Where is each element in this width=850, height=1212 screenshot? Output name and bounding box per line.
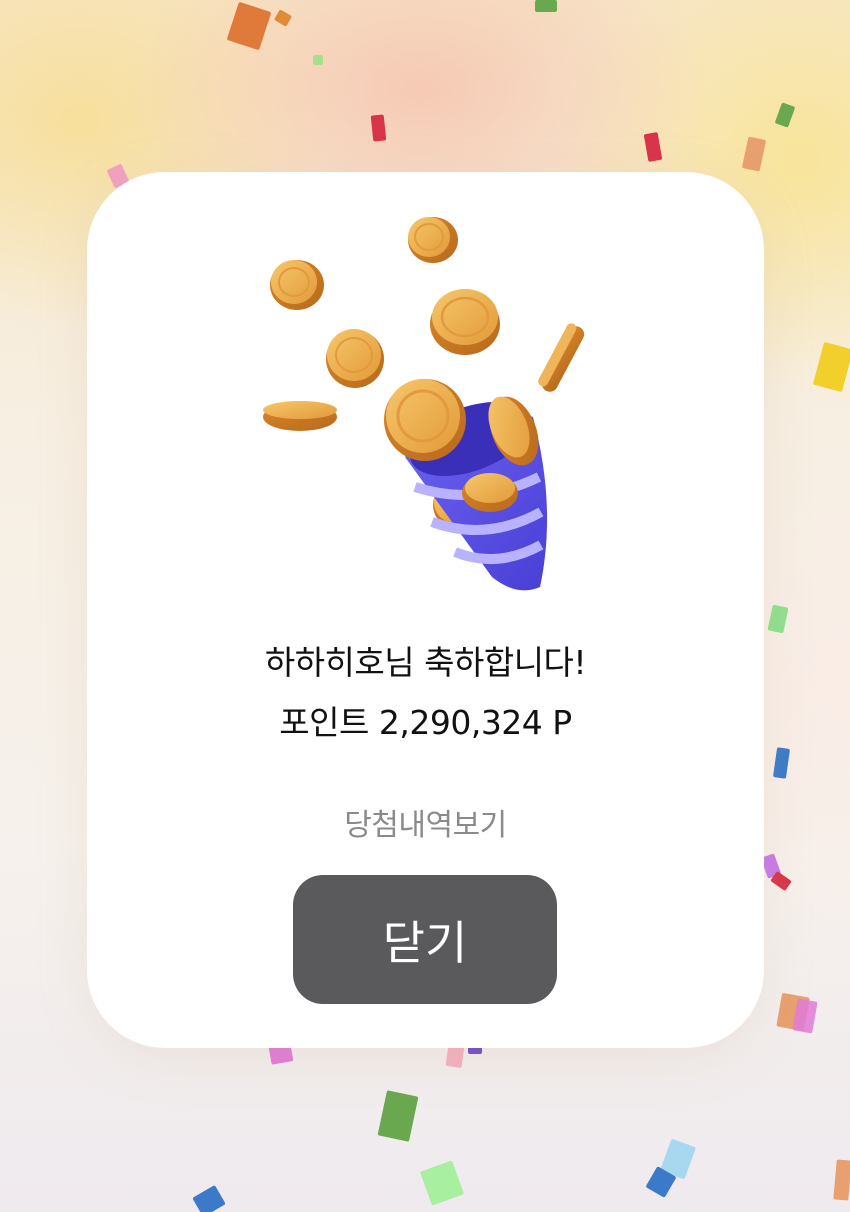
coin bbox=[430, 289, 500, 355]
congrats-message: 하하히호님 축하합니다! bbox=[264, 643, 587, 682]
confetti-piece bbox=[772, 747, 791, 779]
confetti-piece bbox=[273, 9, 293, 27]
coin bbox=[462, 473, 518, 512]
confetti-piece bbox=[767, 604, 789, 634]
confetti-piece bbox=[419, 1160, 465, 1206]
confetti-piece bbox=[812, 341, 850, 393]
close-button[interactable]: 닫기 bbox=[293, 875, 557, 1004]
coin bbox=[326, 329, 384, 388]
confetti-piece bbox=[313, 55, 323, 65]
celebration-screen: 하하히호님 축하합니다! 포인트 2,290,324 P 당첨내역보기 닫기 bbox=[0, 0, 850, 1212]
confetti-piece bbox=[226, 1, 272, 51]
coin bbox=[263, 401, 337, 431]
confetti-piece bbox=[192, 1184, 226, 1212]
points-amount: 포인트 2,290,324 P bbox=[279, 703, 572, 742]
reward-modal: 하하히호님 축하합니다! 포인트 2,290,324 P 당첨내역보기 닫기 bbox=[87, 172, 764, 1048]
confetti-piece bbox=[535, 0, 557, 12]
party-popper-coins-illustration bbox=[263, 217, 585, 591]
coin bbox=[384, 379, 466, 461]
coin bbox=[538, 323, 585, 392]
confetti-piece bbox=[741, 136, 767, 172]
confetti-piece bbox=[370, 114, 387, 142]
confetti-piece bbox=[792, 998, 818, 1034]
confetti-piece bbox=[833, 1159, 850, 1201]
confetti-piece bbox=[643, 131, 663, 163]
confetti-piece bbox=[774, 102, 796, 128]
coin bbox=[408, 217, 458, 263]
confetti-piece bbox=[770, 870, 792, 892]
coin bbox=[270, 260, 324, 310]
confetti-piece bbox=[377, 1090, 419, 1142]
view-win-history-link[interactable]: 당첨내역보기 bbox=[87, 800, 764, 844]
